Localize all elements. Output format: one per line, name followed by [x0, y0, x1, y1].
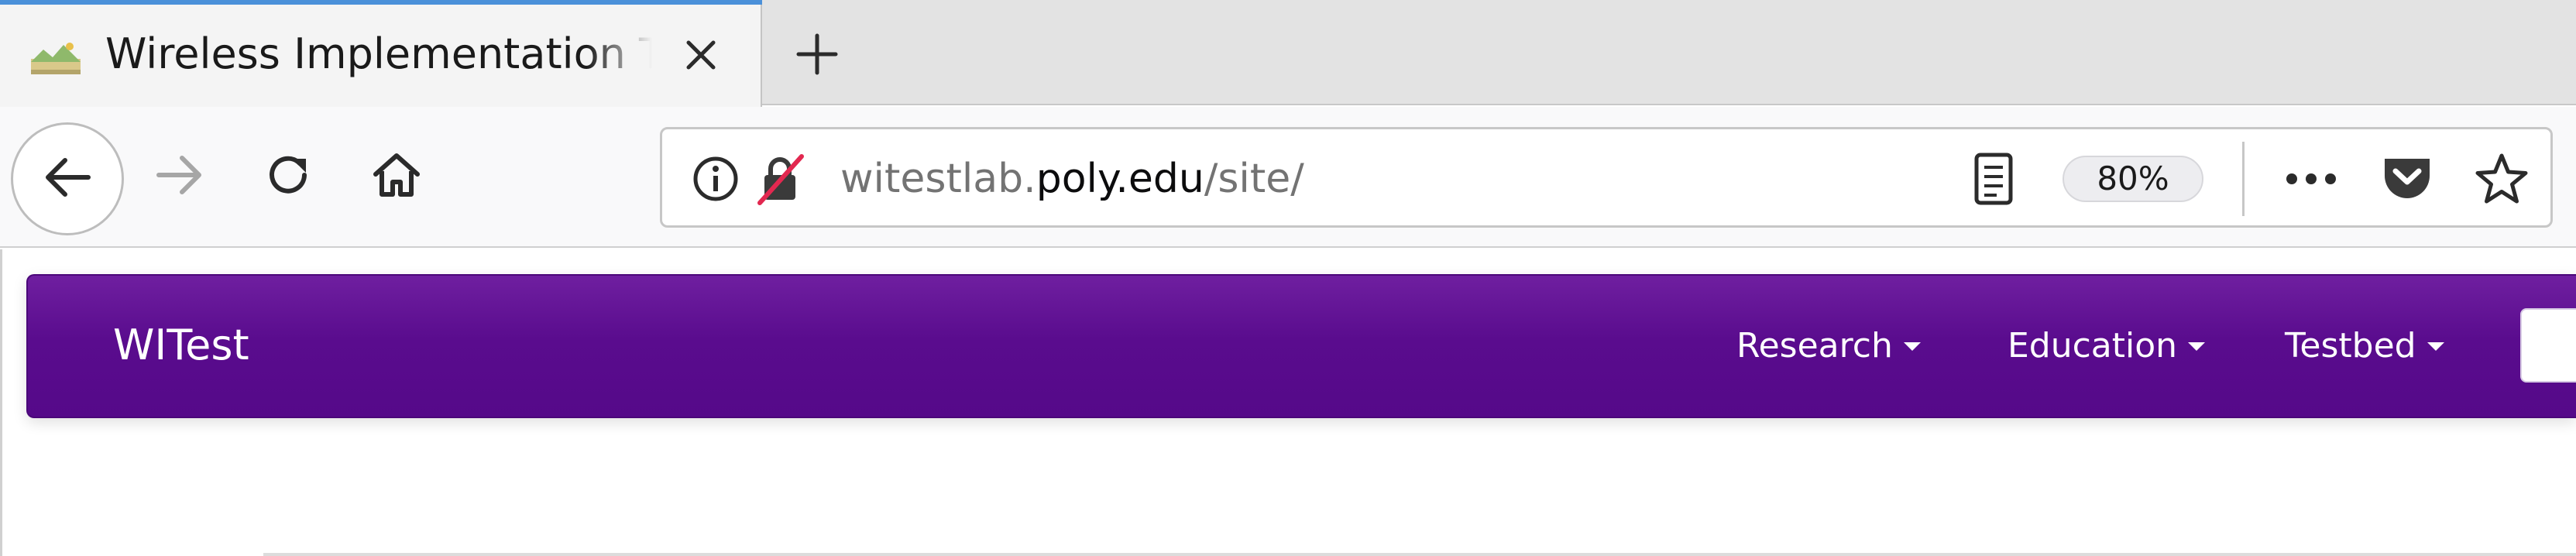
caret-down-icon	[1903, 341, 1921, 351]
navigation-toolbar: witestlab.poly.edu/site/ 80%	[0, 107, 2576, 248]
zoom-reset-button[interactable]: 80%	[2063, 156, 2203, 202]
menu-research[interactable]: Research	[1736, 319, 1921, 373]
reload-icon	[261, 148, 315, 205]
menu-testbed[interactable]: Testbed	[2285, 319, 2444, 373]
menu-education[interactable]: Education	[2008, 319, 2206, 373]
bookmark-star-icon[interactable]	[2475, 153, 2529, 204]
forward-arrow-icon	[153, 152, 207, 201]
site-navbar: WITest Research Education Testbed	[26, 274, 2576, 418]
tab-active-indicator	[0, 0, 762, 5]
tab-title: Wireless Implementation Testbed Laborato…	[105, 29, 652, 78]
tab-strip: Wireless Implementation Testbed Laborato…	[0, 0, 2576, 107]
landscape-icon	[28, 39, 84, 77]
site-brand-link[interactable]: WITest	[113, 314, 249, 376]
url-path: /site/	[1204, 156, 1304, 202]
caret-down-icon	[2427, 341, 2444, 351]
info-icon[interactable]	[689, 154, 743, 204]
url-prefix: witestlab.	[840, 156, 1036, 202]
url-text[interactable]: witestlab.poly.edu/site/	[840, 148, 1304, 210]
page-content: WITest Research Education Testbed	[0, 249, 2576, 556]
insecure-lock-icon[interactable]	[754, 154, 808, 205]
url-bar[interactable]: witestlab.poly.edu/site/ 80%	[660, 127, 2553, 228]
caret-down-icon	[2188, 341, 2206, 351]
content-divider	[263, 553, 2576, 556]
menu-testbed-label: Testbed	[2285, 326, 2416, 366]
back-arrow-icon	[40, 154, 94, 204]
url-bar-separator	[2242, 142, 2245, 216]
close-tab-icon[interactable]	[671, 28, 731, 82]
home-button[interactable]	[358, 138, 435, 215]
pocket-icon[interactable]	[2380, 154, 2434, 204]
new-tab-icon[interactable]	[782, 23, 852, 85]
reader-view-icon[interactable]	[1966, 153, 2021, 205]
browser-tab-active[interactable]: Wireless Implementation Testbed Laborato…	[0, 0, 762, 107]
menu-research-label: Research	[1736, 326, 1893, 366]
more-actions-icon[interactable]	[2284, 154, 2338, 204]
reload-button[interactable]	[249, 138, 327, 215]
menu-education-label: Education	[2008, 326, 2178, 366]
site-search-input[interactable]	[2520, 308, 2576, 383]
home-icon	[369, 148, 424, 205]
window-edge	[0, 249, 2, 556]
url-domain: poly.edu	[1036, 156, 1204, 202]
forward-button[interactable]	[141, 138, 218, 215]
back-button[interactable]	[11, 122, 124, 235]
